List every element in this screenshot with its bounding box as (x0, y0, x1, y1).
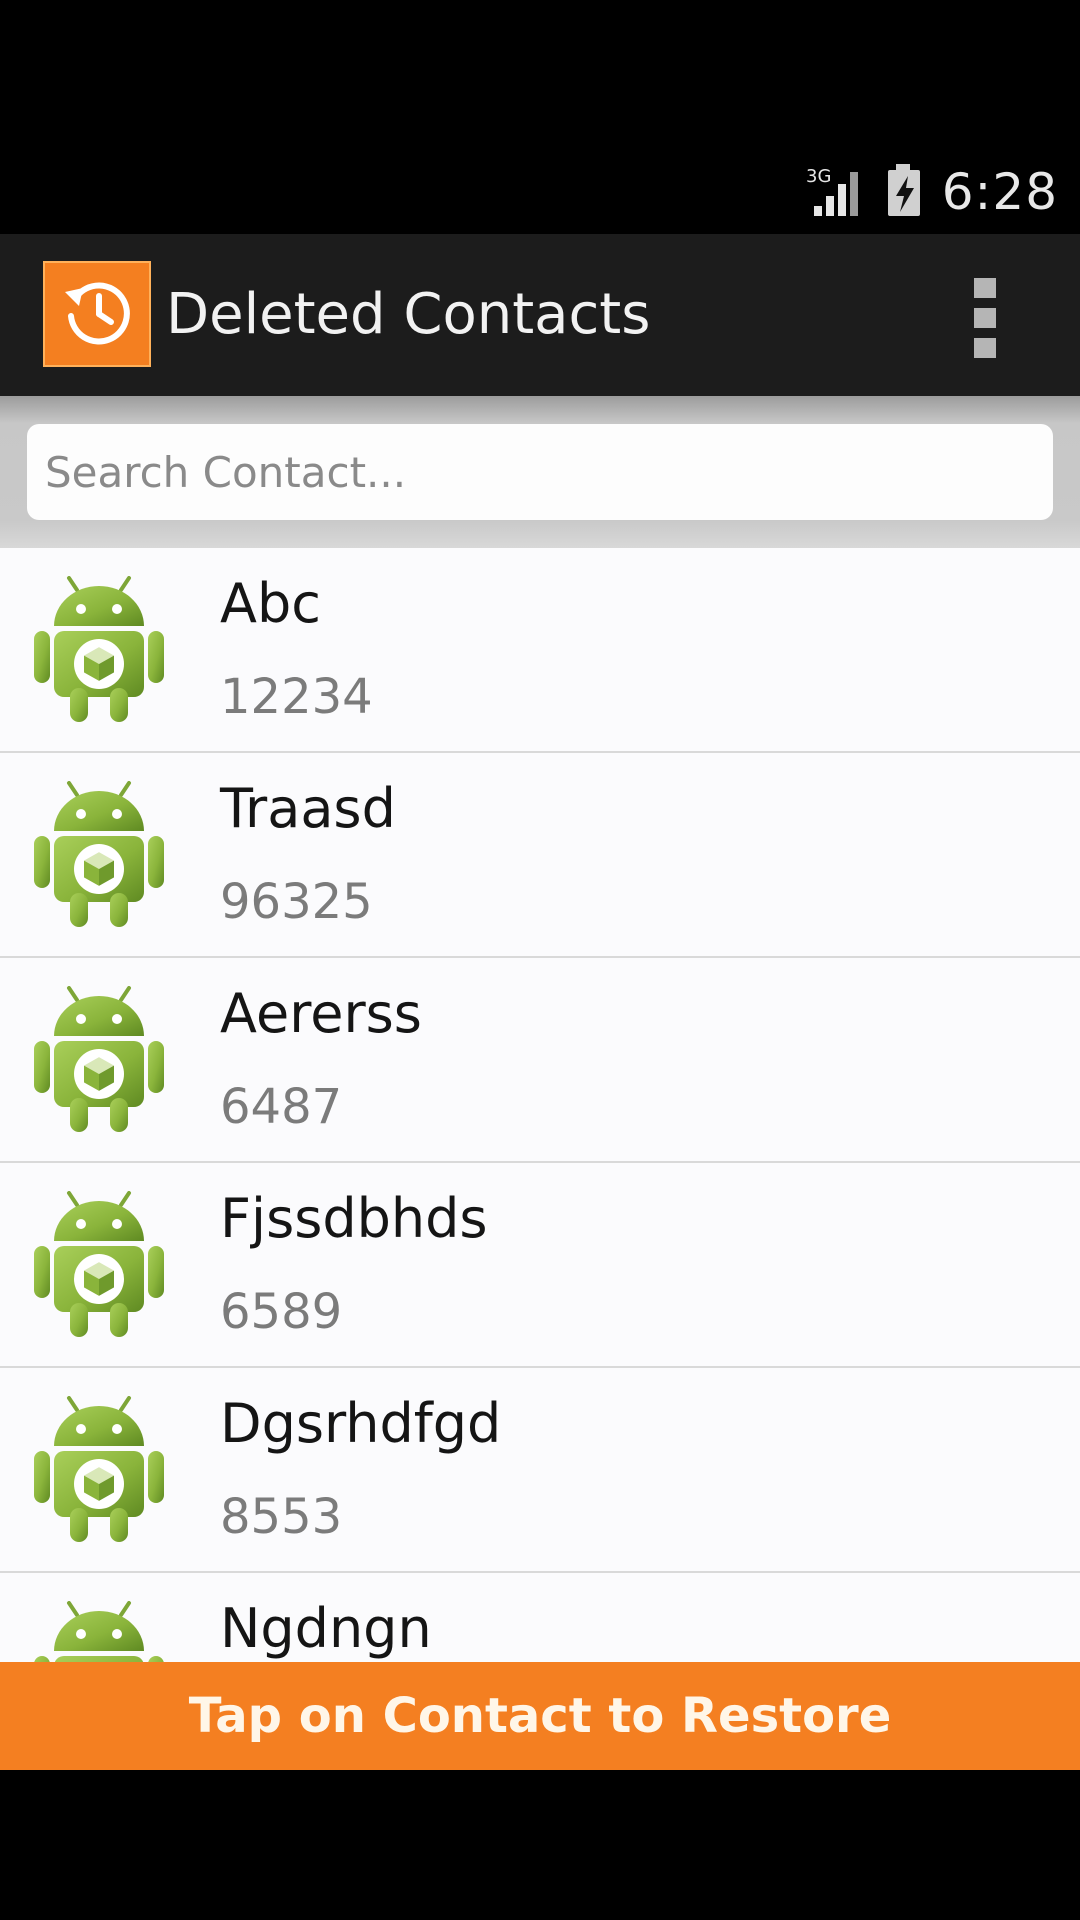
contact-name: Traasd (220, 777, 396, 840)
network-type-label: 3G (806, 166, 831, 187)
contact-name: Abc (220, 572, 321, 635)
status-time: 6:28 (941, 163, 1058, 221)
android-icon (34, 781, 164, 931)
overflow-dot-icon (974, 308, 996, 328)
android-icon (34, 1601, 164, 1662)
bottom-area (0, 1770, 1080, 1920)
contact-row[interactable]: Traasd 96325 (0, 753, 1080, 958)
contact-list[interactable]: Abc 12234 Traasd 96325 Aererss 6487 Fjss… (0, 548, 1080, 1662)
status-bar: 3G 6:28 (0, 150, 1080, 234)
status-icons: 3G 6:28 (806, 150, 1058, 234)
contact-row[interactable]: Dgsrhdfgd 8553 (0, 1368, 1080, 1573)
battery-charging-icon (884, 162, 924, 222)
contact-name: Aererss (220, 982, 422, 1045)
android-icon (34, 1191, 164, 1341)
overflow-menu-button[interactable] (962, 278, 1008, 358)
contact-number: 6487 (220, 1079, 343, 1135)
contact-number: 8553 (220, 1489, 343, 1545)
contact-name: Ngdngn (220, 1597, 432, 1660)
restore-clock-icon (57, 272, 137, 356)
contact-number: 12234 (220, 669, 373, 725)
contact-name: Fjssdbhds (220, 1187, 488, 1250)
contact-row[interactable]: Abc 12234 (0, 548, 1080, 753)
contact-row[interactable]: Ngdngn (0, 1573, 1080, 1662)
contact-number: 6589 (220, 1284, 343, 1340)
contact-number: 96325 (220, 874, 373, 930)
screen: 3G 6:28 Deleted Contacts Search Contact.… (0, 0, 1080, 1920)
restore-hint-banner: Tap on Contact to Restore (0, 1662, 1080, 1770)
contact-row[interactable]: Aererss 6487 (0, 958, 1080, 1163)
action-bar: Deleted Contacts (0, 234, 1080, 396)
contact-name: Dgsrhdfgd (220, 1392, 502, 1455)
contact-row[interactable]: Fjssdbhds 6589 (0, 1163, 1080, 1368)
android-icon (34, 1396, 164, 1546)
overflow-dot-icon (974, 338, 996, 358)
android-icon (34, 576, 164, 726)
search-bar (0, 396, 1080, 548)
android-icon (34, 986, 164, 1136)
app-home-button[interactable] (43, 261, 151, 367)
overflow-dot-icon (974, 278, 996, 298)
signal-3g-icon: 3G (806, 162, 866, 222)
search-input[interactable] (27, 424, 1053, 520)
page-title: Deleted Contacts (166, 282, 651, 347)
